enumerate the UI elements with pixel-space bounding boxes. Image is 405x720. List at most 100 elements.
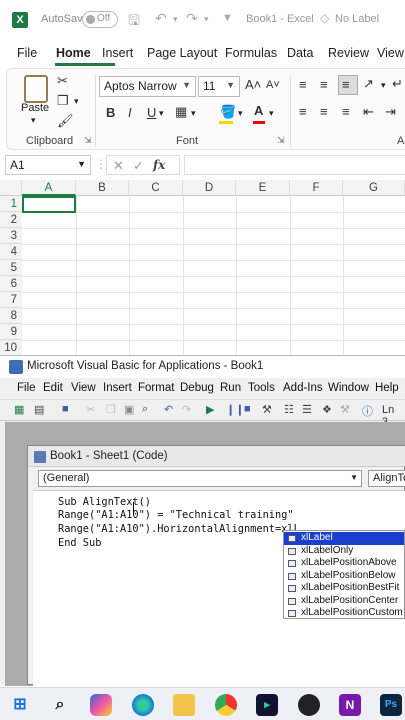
menu-insert[interactable]: Insert bbox=[103, 382, 132, 394]
tab-home[interactable]: Home bbox=[56, 46, 91, 60]
row-header-5[interactable]: 5 bbox=[0, 260, 22, 276]
decrease-font-size-icon[interactable]: A˅ bbox=[266, 79, 280, 91]
decrease-indent-icon[interactable]: ⇤ bbox=[363, 104, 374, 120]
col-header-g[interactable]: G bbox=[343, 180, 405, 196]
font-color-icon[interactable]: A bbox=[254, 103, 263, 118]
redo-dropdown-icon[interactable]: ▾ bbox=[204, 14, 209, 25]
undo-icon[interactable]: ↶ bbox=[164, 403, 173, 416]
design-mode-icon[interactable]: ⚒ bbox=[262, 403, 272, 416]
increase-font-size-icon[interactable]: A˄ bbox=[245, 77, 261, 92]
procedure-combo[interactable]: AlignTex bbox=[368, 470, 405, 487]
file-explorer-icon[interactable] bbox=[173, 694, 195, 716]
wrap-text-icon[interactable]: ↵ bbox=[392, 76, 403, 92]
row-header-7[interactable]: 7 bbox=[0, 292, 22, 308]
row-header-4[interactable]: 4 bbox=[0, 244, 22, 260]
worksheet-grid[interactable]: A B C D E F G 1 2 3 4 5 6 7 8 9 10 bbox=[0, 180, 405, 356]
font-name-dropdown[interactable]: Aptos Narrow ▼ bbox=[99, 76, 196, 97]
intellisense-item[interactable]: xlLabelPositionCustom bbox=[284, 607, 404, 618]
break-icon[interactable]: ❙❙ bbox=[226, 403, 244, 416]
terminal-icon[interactable]: ▸ bbox=[256, 694, 278, 716]
reset-icon[interactable]: ■ bbox=[244, 403, 251, 415]
cut-icon[interactable]: ✂ bbox=[86, 403, 95, 416]
col-header-e[interactable]: E bbox=[236, 180, 290, 196]
clipboard-launcher-icon[interactable]: ⇲ bbox=[84, 135, 92, 146]
row-header-6[interactable]: 6 bbox=[0, 276, 22, 292]
copy-icon[interactable]: ❐ bbox=[57, 93, 69, 109]
copy-dropdown-icon[interactable]: ▾ bbox=[74, 96, 79, 107]
underline-dropdown-icon[interactable]: ▾ bbox=[159, 108, 164, 119]
row-header-2[interactable]: 2 bbox=[0, 212, 22, 228]
fill-color-dropdown-icon[interactable]: ▾ bbox=[238, 108, 243, 119]
row-header-9[interactable]: 9 bbox=[0, 324, 22, 340]
run-icon[interactable]: ▶ bbox=[206, 403, 214, 416]
copy-icon[interactable]: ❐ bbox=[106, 403, 116, 416]
redo-icon[interactable]: ↷ bbox=[186, 10, 198, 27]
menu-debug[interactable]: Debug bbox=[180, 382, 214, 394]
chrome-icon[interactable] bbox=[215, 694, 237, 716]
row-header-8[interactable]: 8 bbox=[0, 308, 22, 324]
cancel-icon[interactable]: ✕ bbox=[113, 158, 124, 174]
object-combo[interactable]: (General) ▼ bbox=[38, 470, 362, 487]
tab-review[interactable]: Review bbox=[328, 46, 369, 60]
formula-input[interactable] bbox=[184, 155, 405, 175]
sensitivity-label-status[interactable]: No Label bbox=[335, 13, 379, 25]
undo-dropdown-icon[interactable]: ▾ bbox=[173, 14, 178, 25]
tab-insert[interactable]: Insert bbox=[102, 46, 133, 60]
col-header-d[interactable]: D bbox=[183, 180, 236, 196]
borders-icon[interactable]: ▦ bbox=[175, 104, 187, 120]
tab-page-layout[interactable]: Page Layout bbox=[147, 46, 217, 60]
insert-function-icon[interactable]: fx bbox=[153, 158, 165, 172]
help-icon[interactable]: ⓘ bbox=[362, 403, 373, 419]
edge-icon[interactable] bbox=[132, 694, 154, 716]
photoshop-icon[interactable]: Ps bbox=[380, 694, 402, 716]
row-header-1[interactable]: 1 bbox=[0, 196, 22, 212]
align-left-icon[interactable]: ≡ bbox=[299, 104, 307, 119]
paste-label[interactable]: Paste bbox=[21, 102, 49, 114]
col-header-c[interactable]: C bbox=[129, 180, 183, 196]
paste-icon[interactable] bbox=[24, 75, 48, 103]
intellisense-item[interactable]: xlLabelOnly bbox=[284, 545, 404, 558]
customize-qat-icon[interactable]: ▼ bbox=[222, 12, 233, 24]
align-right-icon[interactable]: ≡ bbox=[342, 104, 350, 119]
row-header-3[interactable]: 3 bbox=[0, 228, 22, 244]
toolbox-icon[interactable]: ⚒ bbox=[340, 403, 350, 416]
menu-format[interactable]: Format bbox=[138, 382, 174, 394]
select-all-corner[interactable] bbox=[0, 180, 22, 196]
col-header-b[interactable]: B bbox=[76, 180, 129, 196]
intellisense-item[interactable]: xlLabelPositionCenter bbox=[284, 595, 404, 608]
selected-cell-a1[interactable] bbox=[22, 196, 76, 213]
tab-file[interactable]: File bbox=[17, 46, 37, 60]
name-box[interactable]: A1 ▼ bbox=[5, 155, 91, 175]
obs-icon[interactable] bbox=[298, 694, 320, 716]
windows-start-icon[interactable]: ⊞ bbox=[9, 694, 31, 716]
menu-file[interactable]: File bbox=[17, 382, 36, 394]
paste-icon[interactable]: ▣ bbox=[124, 403, 134, 416]
project-explorer-icon[interactable]: ☷ bbox=[284, 403, 294, 416]
autosave-toggle[interactable]: Off bbox=[82, 11, 118, 28]
intellisense-item[interactable]: xlLabel bbox=[284, 532, 404, 545]
save-icon[interactable]: 🖫 bbox=[128, 10, 140, 34]
sensitivity-label-icon[interactable]: ◇ bbox=[320, 11, 329, 25]
fill-color-icon[interactable]: 🪣 bbox=[220, 104, 236, 120]
align-center-icon[interactable]: ≡ bbox=[320, 104, 328, 119]
font-color-dropdown-icon[interactable]: ▾ bbox=[269, 108, 274, 119]
onenote-icon[interactable]: N bbox=[339, 694, 361, 716]
col-header-f[interactable]: F bbox=[290, 180, 343, 196]
redo-icon[interactable]: ↷ bbox=[182, 403, 191, 416]
find-icon[interactable]: ⌕ bbox=[142, 403, 148, 416]
menu-edit[interactable]: Edit bbox=[43, 382, 63, 394]
font-size-dropdown[interactable]: 11 ▼ bbox=[198, 76, 240, 97]
intellisense-item[interactable]: xlLabelPositionBelow bbox=[284, 570, 404, 583]
copilot-icon[interactable] bbox=[90, 694, 112, 716]
intellisense-item[interactable]: xlLabelPositionAbove bbox=[284, 557, 404, 570]
middle-align-icon[interactable]: ≡ bbox=[320, 77, 328, 92]
cut-icon[interactable]: ✂ bbox=[57, 73, 68, 89]
increase-indent-icon[interactable]: ⇥ bbox=[385, 104, 396, 120]
row-header-10[interactable]: 10 bbox=[0, 340, 22, 356]
bold-icon[interactable]: B bbox=[106, 105, 115, 120]
paste-dropdown-icon[interactable]: ▾ bbox=[31, 115, 36, 126]
format-painter-icon[interactable]: 🖌 bbox=[57, 113, 74, 129]
orientation-dropdown-icon[interactable]: ▾ bbox=[381, 80, 386, 91]
insert-module-icon[interactable]: ▤ bbox=[34, 403, 44, 416]
italic-icon[interactable]: I bbox=[128, 105, 132, 120]
